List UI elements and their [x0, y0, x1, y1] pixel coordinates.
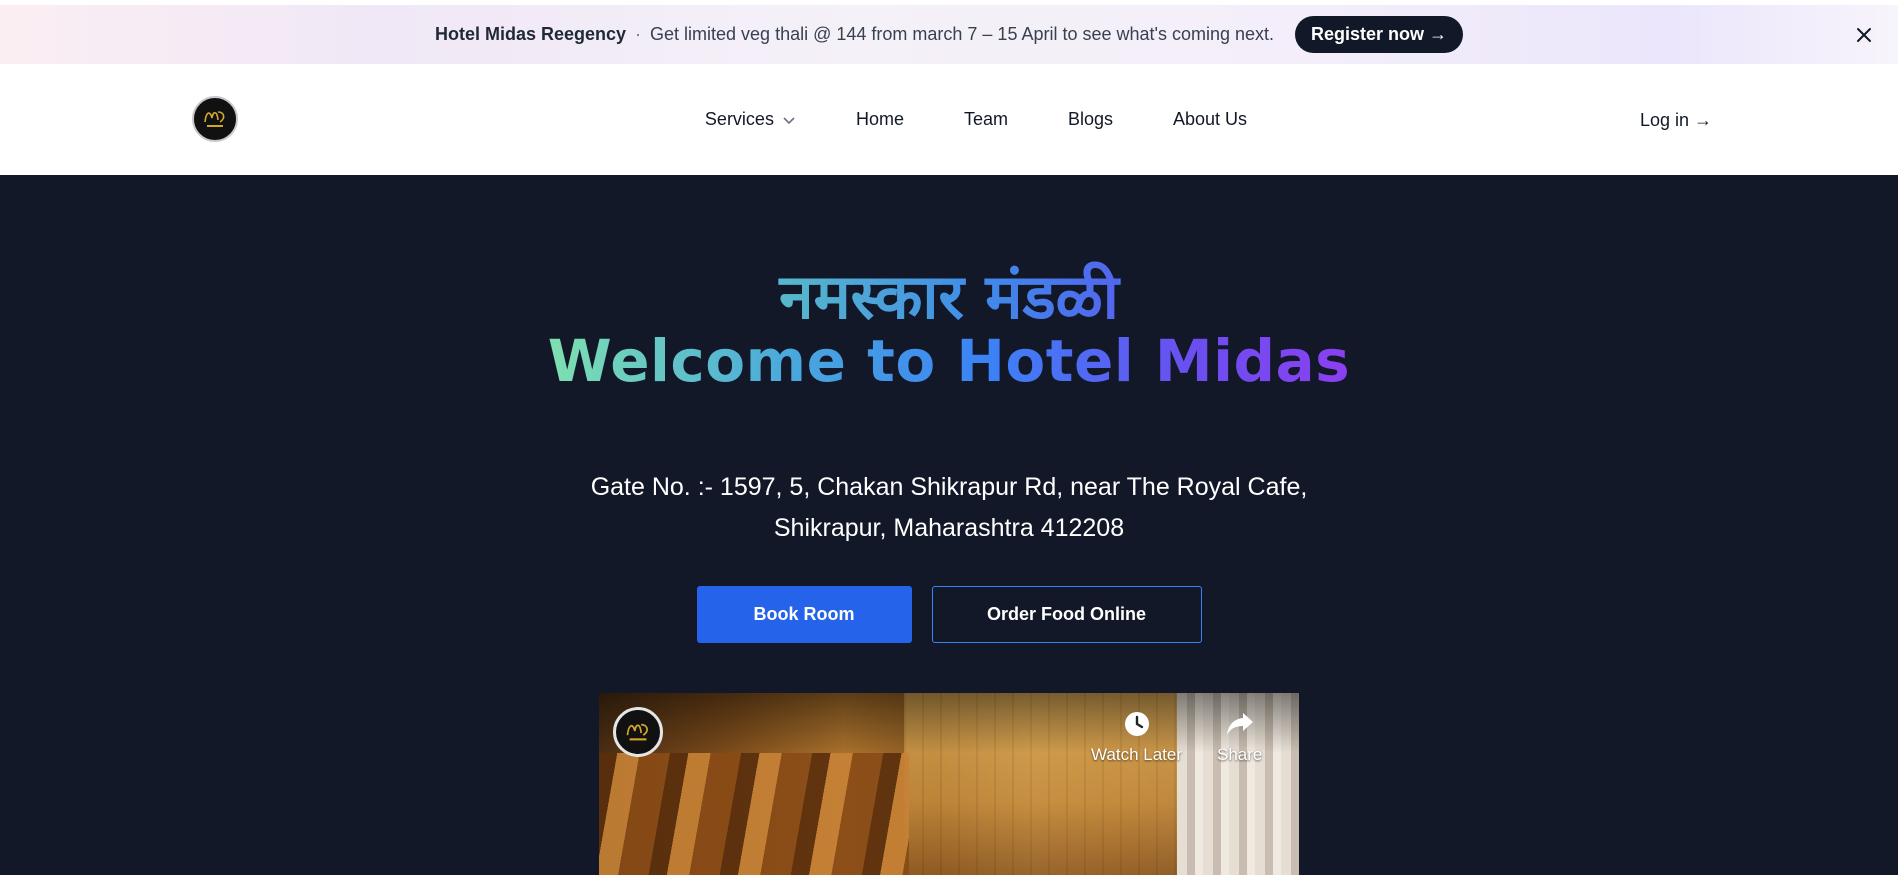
watch-later-label: Watch Later — [1091, 745, 1183, 764]
banner-message: Get limited veg thali @ 144 from march 7… — [650, 24, 1275, 44]
banner-text: Hotel Midas Reegency · Get limited veg t… — [434, 16, 1464, 53]
nav-home[interactable]: Home — [856, 109, 904, 130]
banner-brand: Hotel Midas Reegency — [434, 24, 627, 44]
hero-title: Welcome to Hotel Midas — [0, 327, 1898, 395]
channel-logo[interactable] — [613, 707, 663, 757]
hero-greeting-text: नमस्कार मंडळी — [779, 253, 1119, 337]
watch-later-button[interactable]: Watch Later — [1091, 709, 1182, 765]
hero-actions: Book Room Order Food Online — [0, 586, 1898, 643]
login-link[interactable]: Log in → — [1640, 110, 1712, 131]
nav-services[interactable]: Services — [705, 109, 796, 130]
chevron-down-icon — [782, 115, 796, 125]
address-line-1: Gate No. :- 1597, 5, Chakan Shikrapur Rd… — [590, 473, 1308, 501]
book-room-button[interactable]: Book Room — [696, 586, 912, 643]
nav-about-us[interactable]: About Us — [1173, 109, 1247, 130]
clock-icon — [1123, 709, 1151, 739]
address-line-2: Shikrapur, Maharashtra 412208 — [773, 514, 1125, 542]
hero-title-text: Welcome to Hotel Midas — [547, 327, 1351, 395]
nav-blogs[interactable]: Blogs — [1068, 109, 1113, 130]
main-nav: Services Home Team Blogs About Us — [0, 64, 1898, 175]
video-top-shade — [599, 693, 1299, 753]
hero-section: नमस्कार मंडळी Welcome to Hotel Midas Gat… — [0, 175, 1898, 875]
nav-services-label: Services — [704, 109, 774, 129]
share-icon — [1225, 709, 1255, 739]
nav-team[interactable]: Team — [964, 109, 1008, 130]
site-header: Services Home Team Blogs About Us Log in… — [0, 64, 1898, 175]
hero-greeting: नमस्कार मंडळी — [0, 253, 1898, 337]
announcement-banner: Hotel Midas Reegency · Get limited veg t… — [0, 5, 1898, 64]
banner-separator: · — [635, 24, 642, 44]
register-now-button[interactable]: Register now → — [1295, 16, 1464, 53]
order-food-button[interactable]: Order Food Online — [931, 586, 1202, 643]
video-frame-chairs — [599, 753, 909, 875]
share-label: Share — [1217, 745, 1263, 764]
video-player[interactable]: Watch Later Share — [599, 693, 1299, 875]
hero-address: Gate No. :- 1597, 5, Chakan Shikrapur Rd… — [0, 467, 1898, 549]
share-button[interactable]: Share — [1217, 709, 1262, 765]
close-icon[interactable] — [1852, 23, 1876, 47]
